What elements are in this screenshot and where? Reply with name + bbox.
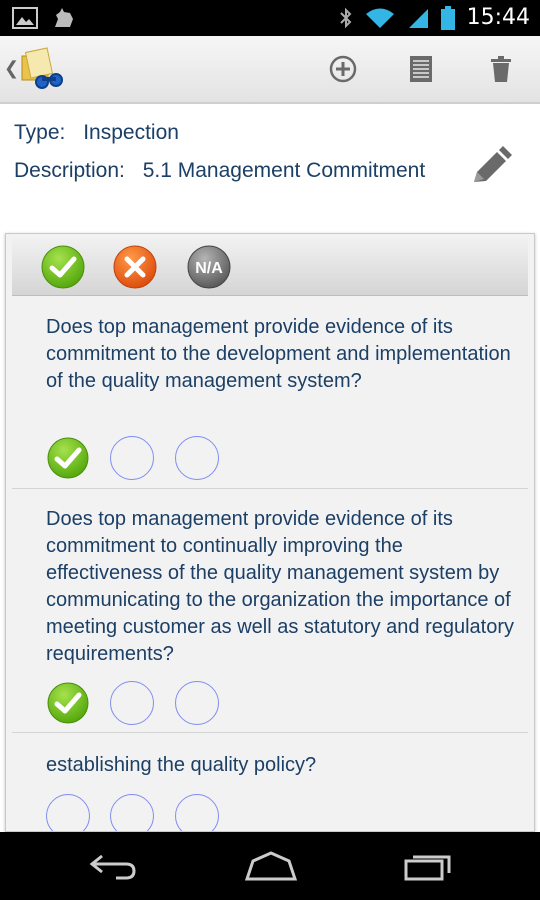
edit-pencil-icon[interactable] <box>470 146 512 186</box>
wifi-icon <box>365 8 394 28</box>
recent-apps-icon <box>404 855 451 881</box>
clock: 15:44 <box>466 5 530 30</box>
list-icon <box>410 56 432 82</box>
navigation-bar <box>0 832 540 900</box>
x-icon <box>113 245 157 289</box>
back-chevron-icon[interactable]: ❮ <box>4 58 19 79</box>
type-row: Type: Inspection <box>14 118 425 156</box>
question-text: Does top management provide evidence of … <box>46 316 511 392</box>
answer-no-option[interactable] <box>110 436 154 480</box>
list-button[interactable] <box>404 52 438 86</box>
na-icon: N/A <box>187 245 231 289</box>
answer-yes-selected[interactable] <box>46 436 90 480</box>
checkmark-icon <box>41 245 85 289</box>
nav-recent-button[interactable] <box>394 846 464 886</box>
checklist-info: Type: Inspection Description: 5.1 Manage… <box>14 118 425 194</box>
description-value: 5.1 Management Commitment <box>142 159 426 182</box>
na-label: N/A <box>195 260 223 277</box>
type-label: Type: <box>14 121 66 144</box>
image-icon <box>12 7 38 29</box>
app-logo-icon[interactable] <box>18 44 66 92</box>
status-bar: 15:44 <box>0 0 540 36</box>
nav-home-button[interactable] <box>236 846 306 886</box>
answer-na-option[interactable] <box>175 794 219 831</box>
action-bar: ❮ <box>0 36 540 104</box>
nav-back-button[interactable] <box>78 846 148 886</box>
answer-na-option[interactable] <box>175 681 219 725</box>
question-text: establishing the quality policy? <box>46 754 317 776</box>
add-button[interactable] <box>326 52 360 86</box>
answer-yes-selected[interactable] <box>46 681 90 725</box>
delete-button[interactable] <box>484 52 518 86</box>
question-item: Does top management provide evidence of … <box>12 314 528 489</box>
battery-icon <box>440 5 455 30</box>
answer-na-option[interactable] <box>175 436 219 480</box>
question-item: Does top management provide evidence of … <box>12 506 528 733</box>
answer-no-option[interactable] <box>110 794 154 831</box>
android-debug-icon <box>55 8 73 27</box>
status-left <box>12 7 76 29</box>
description-row: Description: 5.1 Management Commitment <box>14 156 425 194</box>
add-icon <box>329 55 357 83</box>
question-item: establishing the quality policy? <box>12 752 528 831</box>
home-icon <box>244 851 298 881</box>
question-text: Does top management provide evidence of … <box>46 508 514 665</box>
trash-icon <box>491 56 511 82</box>
answer-yes-option[interactable] <box>46 794 90 831</box>
signal-icon <box>408 8 428 28</box>
type-value: Inspection <box>83 121 179 144</box>
answer-legend: N/A <box>12 238 528 296</box>
status-right: 15:44 <box>339 5 530 30</box>
back-icon <box>89 854 136 880</box>
description-label: Description: <box>14 159 125 182</box>
question-card: N/A Does top management provide evidence… <box>5 233 535 832</box>
answer-no-option[interactable] <box>110 681 154 725</box>
bluetooth-icon <box>339 7 352 28</box>
